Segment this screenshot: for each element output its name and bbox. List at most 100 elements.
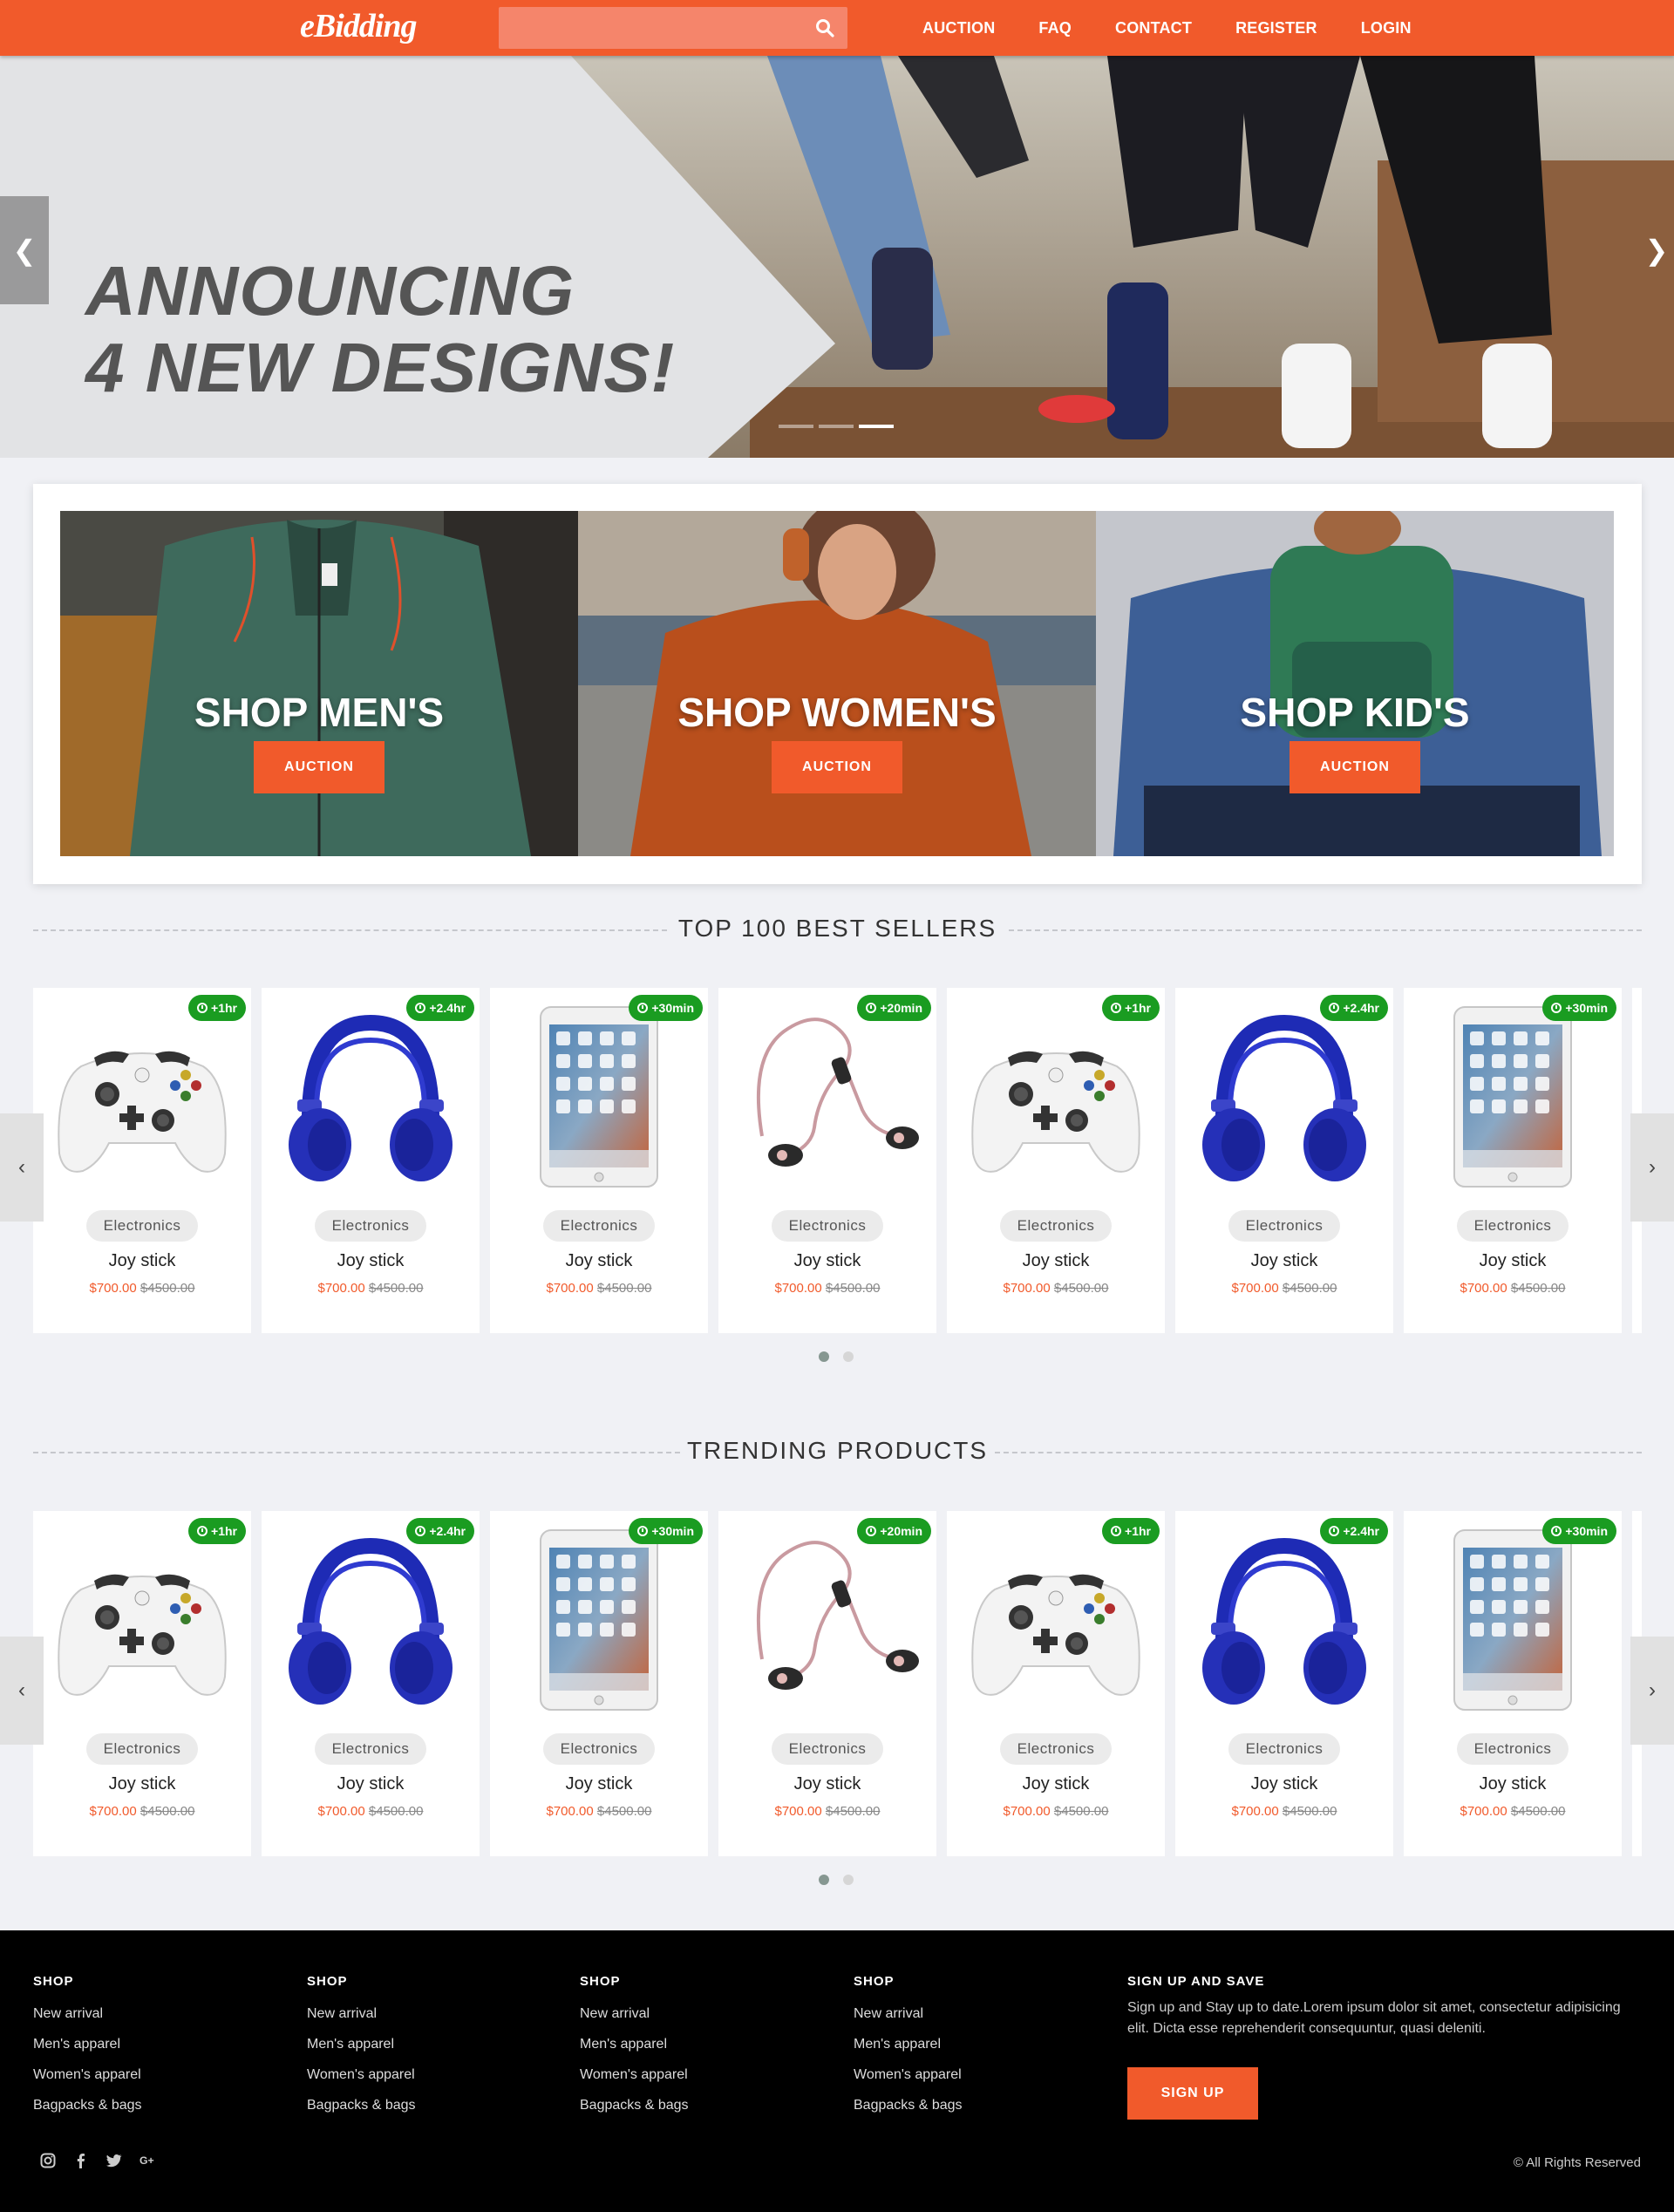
trending-prev-button[interactable]: ‹ [0, 1637, 44, 1745]
category-pill[interactable]: Electronics [315, 1210, 426, 1242]
site-logo[interactable]: eBidding [300, 7, 417, 45]
product-name[interactable]: Joy stick [262, 1774, 480, 1794]
auction-button[interactable]: AUCTION [1290, 741, 1420, 793]
google-plus-icon[interactable]: G+ [140, 2153, 155, 2168]
product-image-gamepad[interactable] [46, 1005, 238, 1188]
product-image-tablet[interactable] [503, 1005, 695, 1188]
product-card[interactable]: +1hr Electronics Joy stick $700.00 $4500… [947, 1511, 1165, 1856]
category-pill[interactable]: Electronics [543, 1210, 655, 1242]
product-image-earphones[interactable] [732, 1005, 923, 1188]
search-icon[interactable] [814, 17, 835, 38]
auction-button[interactable]: AUCTION [254, 741, 384, 793]
page-dot[interactable] [843, 1351, 854, 1362]
nav-login[interactable]: LOGIN [1361, 19, 1412, 37]
product-image-gamepad[interactable] [960, 1528, 1152, 1712]
product-image-earphones[interactable] [732, 1528, 923, 1712]
product-card[interactable]: +30min Electronics Joy stick $700.00 $45… [1404, 1511, 1622, 1856]
footer-link[interactable]: Men's apparel [307, 2037, 551, 2067]
footer-link[interactable]: Women's apparel [854, 2067, 1098, 2098]
product-image-tablet[interactable] [503, 1528, 695, 1712]
product-card[interactable]: +30min Electronics Joy stick $700.00 $45… [490, 988, 708, 1333]
product-image-headphones[interactable] [275, 1005, 466, 1188]
category-pill[interactable]: Electronics [1228, 1210, 1340, 1242]
hero-indicator-active[interactable] [859, 425, 894, 428]
product-card[interactable]: +1hr Electronics Joy stick $700.00 $4500… [947, 988, 1165, 1333]
footer-link[interactable]: New arrival [307, 2006, 551, 2037]
footer-link[interactable]: Bagpacks & bags [580, 2098, 824, 2128]
auction-button[interactable]: AUCTION [772, 741, 902, 793]
product-image-gamepad[interactable] [960, 1005, 1152, 1188]
page-dot[interactable] [843, 1875, 854, 1885]
instagram-icon[interactable] [40, 2153, 56, 2168]
best-sellers-next-button[interactable]: › [1630, 1113, 1674, 1222]
product-card[interactable]: +2.4hr Electronics Joy stick $700.00 $45… [262, 988, 480, 1333]
nav-contact[interactable]: CONTACT [1115, 19, 1192, 37]
footer-link[interactable]: Men's apparel [580, 2037, 824, 2067]
page-dot-active[interactable] [819, 1875, 829, 1885]
product-name[interactable]: Joy stick [33, 1251, 251, 1271]
hero-indicator[interactable] [819, 425, 854, 428]
category-pill[interactable]: Electronics [315, 1733, 426, 1765]
product-name[interactable]: Joy stick [947, 1251, 1165, 1271]
category-pill[interactable]: Electronics [86, 1733, 198, 1765]
nav-faq[interactable]: FAQ [1038, 19, 1072, 37]
category-tile-womens[interactable]: SHOP WOMEN'S AUCTION [578, 511, 1096, 856]
product-name[interactable]: Joy stick [490, 1251, 708, 1271]
category-pill[interactable]: Electronics [772, 1733, 883, 1765]
product-image-tablet[interactable] [1417, 1528, 1609, 1712]
category-tile-kids[interactable]: SHOP KID'S AUCTION [1096, 511, 1614, 856]
best-sellers-prev-button[interactable]: ‹ [0, 1113, 44, 1222]
product-name[interactable]: Joy stick [33, 1774, 251, 1794]
category-pill[interactable]: Electronics [86, 1210, 198, 1242]
product-name[interactable]: Joy stick [1404, 1774, 1622, 1794]
footer-link[interactable]: Bagpacks & bags [854, 2098, 1098, 2128]
hero-prev-button[interactable]: ❮ [0, 196, 49, 304]
product-name[interactable]: Joy stick [262, 1251, 480, 1271]
product-name[interactable]: Joy stick [1175, 1251, 1393, 1271]
footer-link[interactable]: Men's apparel [33, 2037, 277, 2067]
product-card[interactable]: +2.4hr Electronics Joy stick $700.00 $45… [1175, 1511, 1393, 1856]
footer-link[interactable]: New arrival [854, 2006, 1098, 2037]
category-pill[interactable]: Electronics [1457, 1733, 1569, 1765]
category-pill[interactable]: Electronics [1000, 1733, 1112, 1765]
product-name[interactable]: Joy stick [947, 1774, 1165, 1794]
nav-register[interactable]: REGISTER [1235, 19, 1317, 37]
product-image-headphones[interactable] [275, 1528, 466, 1712]
product-card[interactable]: +20min Electronics Joy stick $700.00 $45… [718, 1511, 936, 1856]
footer-link[interactable]: Bagpacks & bags [33, 2098, 277, 2128]
product-card[interactable]: +1hr Electronics Joy stick $700.00 $4500… [33, 988, 251, 1333]
product-name[interactable]: Joy stick [1175, 1774, 1393, 1794]
category-pill[interactable]: Electronics [1000, 1210, 1112, 1242]
category-pill[interactable]: Electronics [1457, 1210, 1569, 1242]
product-name[interactable]: Joy stick [490, 1774, 708, 1794]
footer-link[interactable]: Women's apparel [580, 2067, 824, 2098]
footer-link[interactable]: New arrival [580, 2006, 824, 2037]
product-card[interactable]: +2.4hr Electronics Joy stick $700.00 $45… [1175, 988, 1393, 1333]
nav-auction[interactable]: AUCTION [922, 19, 995, 37]
search-input[interactable] [499, 7, 847, 49]
product-card[interactable]: +2.4hr Electronics Joy stick $700.00 $45… [262, 1511, 480, 1856]
product-name[interactable]: Joy stick [718, 1251, 936, 1271]
hero-next-button[interactable]: ❯ [1639, 196, 1674, 304]
product-image-tablet[interactable] [1417, 1005, 1609, 1188]
category-pill[interactable]: Electronics [1228, 1733, 1340, 1765]
footer-link[interactable]: Men's apparel [854, 2037, 1098, 2067]
trending-next-button[interactable]: › [1630, 1637, 1674, 1745]
page-dot-active[interactable] [819, 1351, 829, 1362]
product-image-headphones[interactable] [1188, 1528, 1380, 1712]
footer-link[interactable]: Women's apparel [307, 2067, 551, 2098]
product-card[interactable]: +30min Electronics Joy stick $700.00 $45… [490, 1511, 708, 1856]
product-image-headphones[interactable] [1188, 1005, 1380, 1188]
product-name[interactable]: Joy stick [718, 1774, 936, 1794]
product-card[interactable]: +30min Electronics Joy stick $700.00 $45… [1404, 988, 1622, 1333]
twitter-icon[interactable] [106, 2153, 122, 2168]
footer-link[interactable]: Bagpacks & bags [307, 2098, 551, 2128]
product-image-gamepad[interactable] [46, 1528, 238, 1712]
product-card[interactable]: +20min Electronics Joy stick $700.00 $45… [718, 988, 936, 1333]
facebook-icon[interactable] [73, 2153, 89, 2168]
signup-button[interactable]: SIGN UP [1127, 2067, 1258, 2120]
product-name[interactable]: Joy stick [1404, 1251, 1622, 1271]
category-pill[interactable]: Electronics [543, 1733, 655, 1765]
footer-link[interactable]: New arrival [33, 2006, 277, 2037]
hero-indicator[interactable] [779, 425, 813, 428]
